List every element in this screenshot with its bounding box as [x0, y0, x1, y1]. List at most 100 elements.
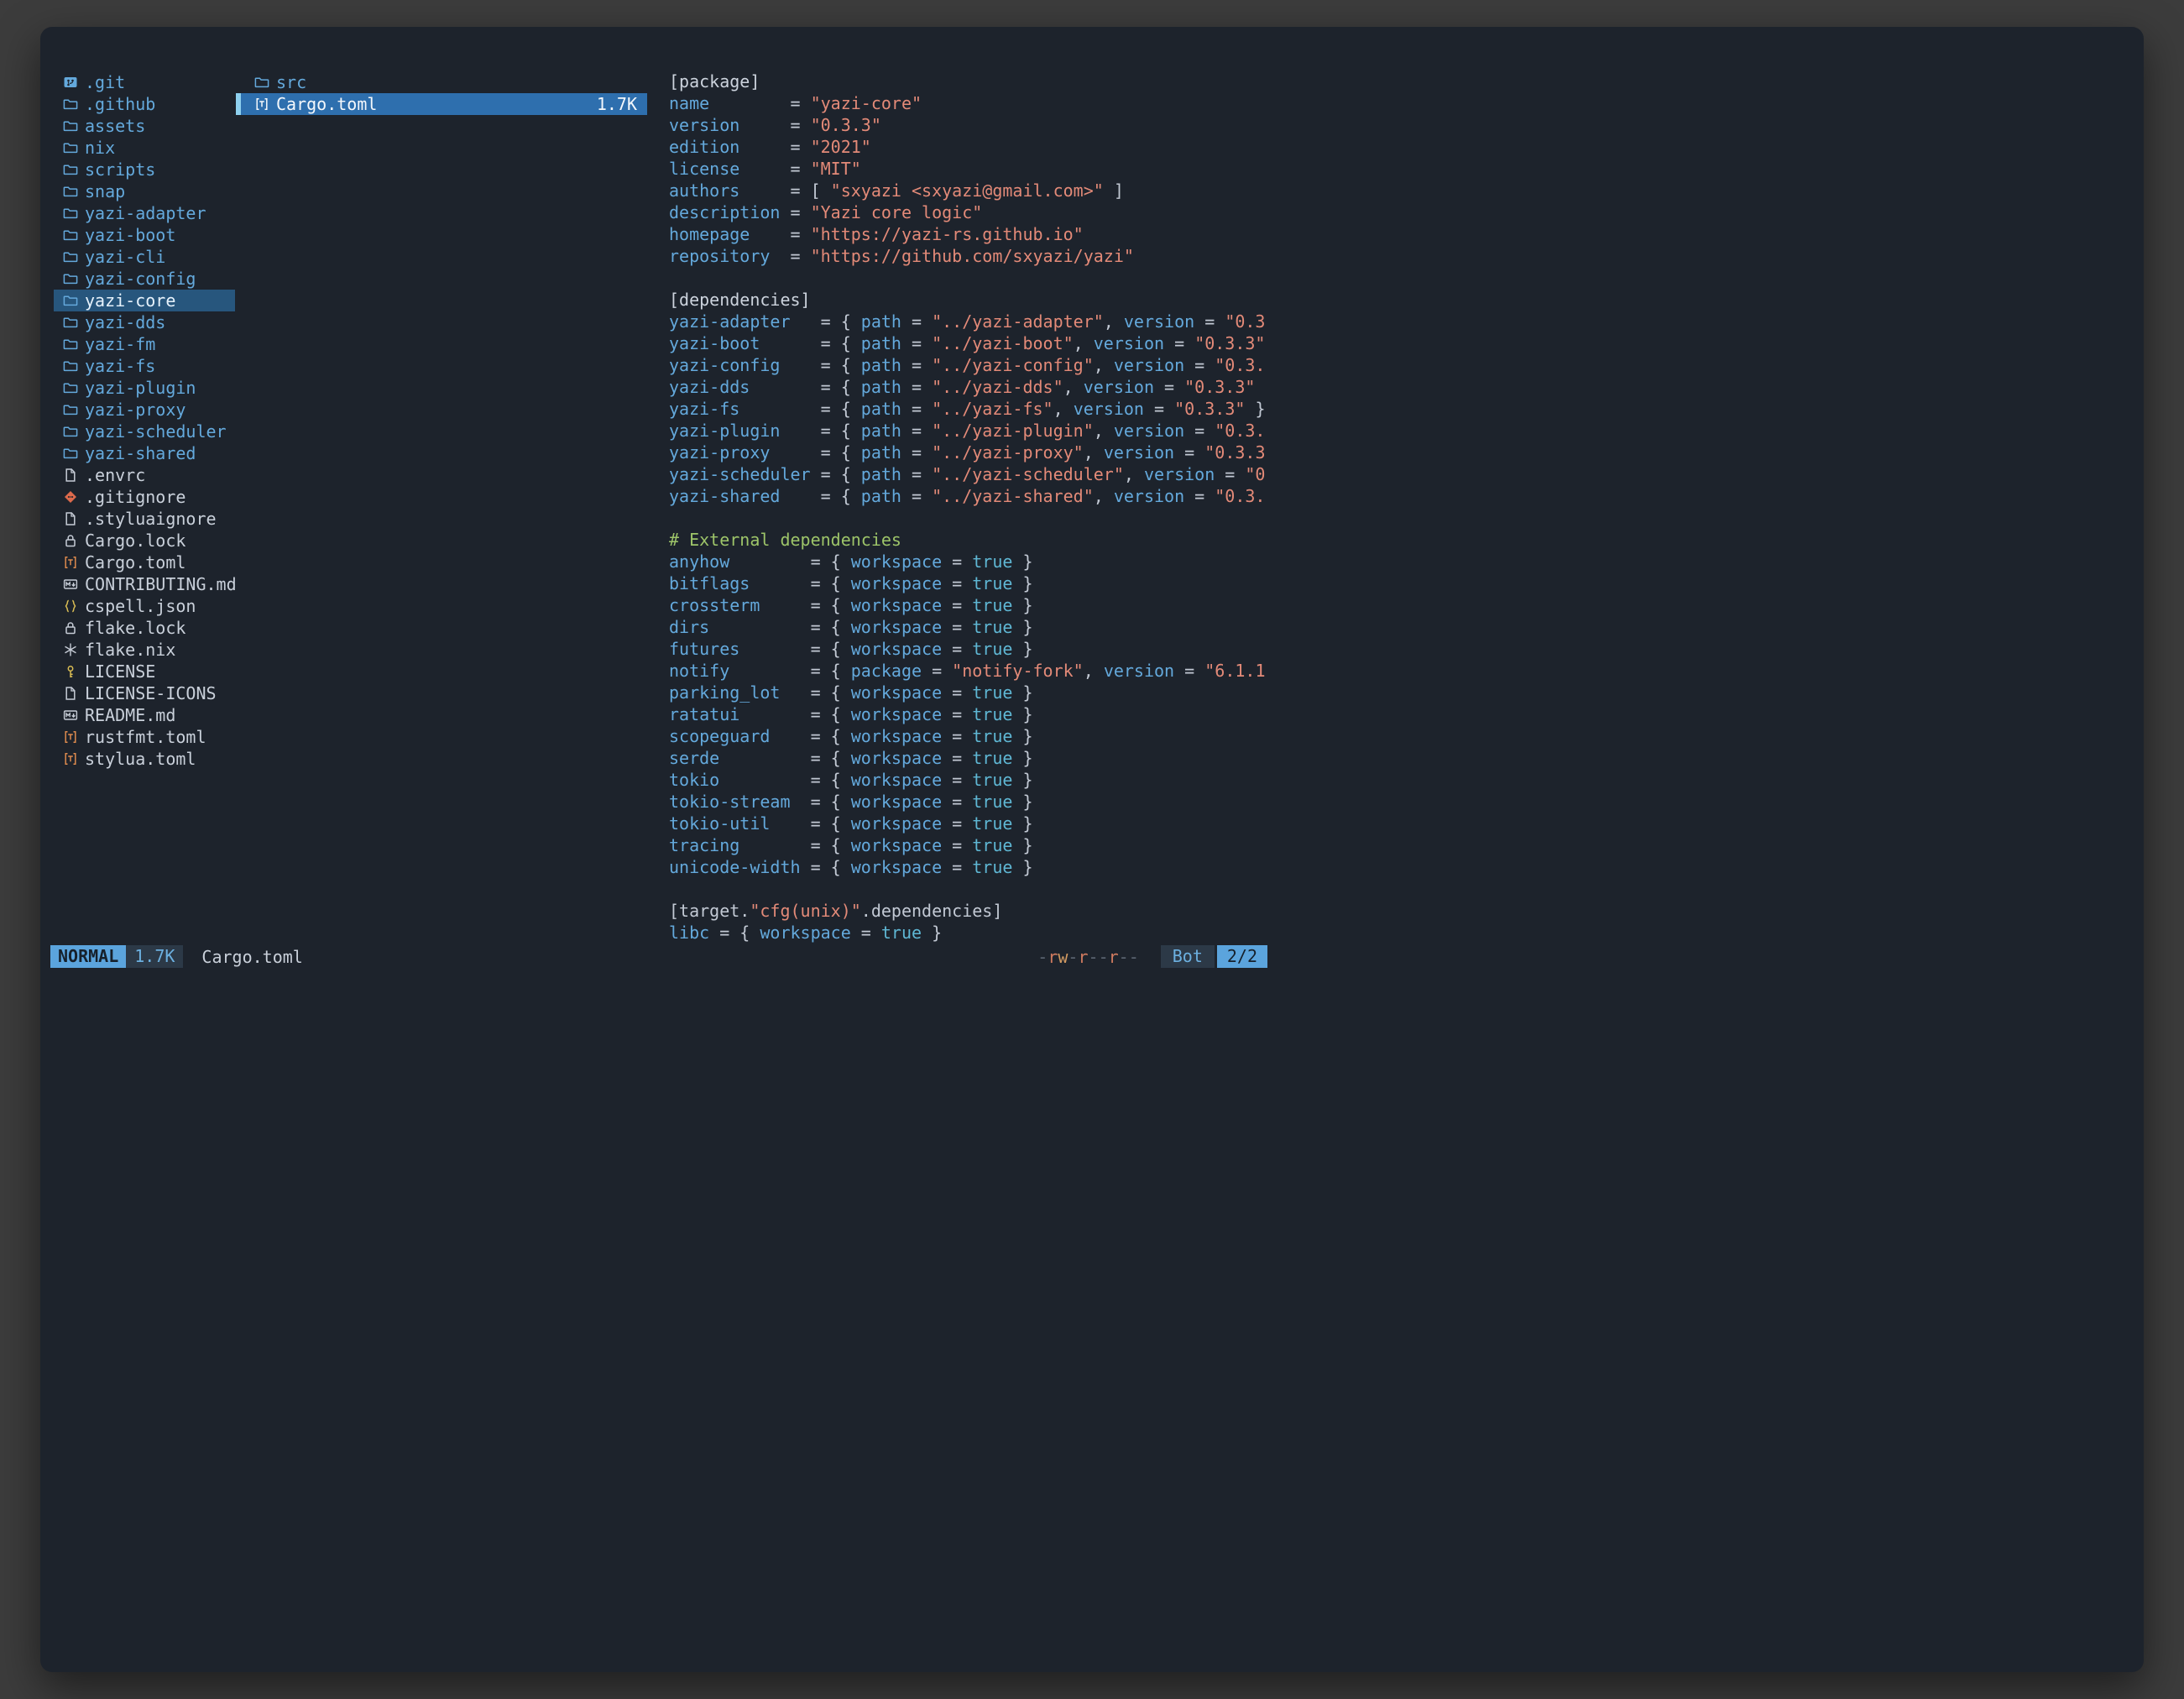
parent-item-yazi-cli[interactable]: yazi-cli — [54, 246, 235, 268]
parent-item-yazi-fm[interactable]: yazi-fm — [54, 333, 235, 355]
preview-line: yazi-adapter = { path = "../yazi-adapter… — [669, 311, 1270, 333]
parent-item-cargo-lock[interactable]: Cargo.lock — [54, 530, 235, 552]
file-name: LICENSE — [85, 661, 155, 682]
mode-badge: NORMAL — [50, 945, 126, 968]
file-name: nix — [85, 138, 115, 158]
preview-line — [669, 508, 1270, 530]
toml-icon — [254, 97, 269, 112]
folder-icon — [63, 162, 78, 177]
parent-item-yazi-boot[interactable]: yazi-boot — [54, 224, 235, 246]
parent-item-scripts[interactable]: scripts — [54, 159, 235, 180]
lock-icon — [63, 533, 78, 548]
status-bar: NORMAL 1.7K Cargo.toml -rw-r--r-- Bot 2/… — [50, 945, 1267, 968]
git-folder-icon — [63, 75, 78, 90]
file-name: flake.nix — [85, 640, 175, 660]
status-filename: Cargo.toml — [201, 947, 302, 967]
parent-item-yazi-dds[interactable]: yazi-dds — [54, 311, 235, 333]
current-item-cargo-toml[interactable]: Cargo.toml 1.7K — [236, 93, 647, 115]
parent-item-contributing-md[interactable]: CONTRIBUTING.md — [54, 573, 235, 595]
markdown-icon — [63, 708, 78, 723]
parent-item-git[interactable]: .git — [54, 71, 235, 93]
parent-item-yazi-scheduler[interactable]: yazi-scheduler — [54, 421, 235, 442]
file-name: CONTRIBUTING.md — [85, 574, 237, 594]
preview-line: yazi-boot = { path = "../yazi-boot", ver… — [669, 333, 1270, 355]
parent-item-styluaignore[interactable]: .styluaignore — [54, 508, 235, 530]
parent-item-cargo-toml[interactable]: Cargo.toml — [54, 552, 235, 573]
parent-item-flake-lock[interactable]: flake.lock — [54, 617, 235, 639]
parent-item-nix[interactable]: nix — [54, 137, 235, 159]
preview-line: [dependencies] — [669, 290, 1270, 311]
file-name: .styluaignore — [85, 509, 217, 529]
yazi-terminal-window: .git.githubassetsnixscriptssnapyazi-adap… — [40, 27, 2144, 1672]
preview-line: serde = { workspace = true } — [669, 748, 1270, 770]
preview-line: yazi-config = { path = "../yazi-config",… — [669, 355, 1270, 377]
preview-line: yazi-dds = { path = "../yazi-dds", versi… — [669, 377, 1270, 399]
preview-line — [669, 879, 1270, 901]
file-name: yazi-core — [85, 290, 175, 311]
parent-item-yazi-fs[interactable]: yazi-fs — [54, 355, 235, 377]
parent-item-yazi-core[interactable]: yazi-core — [54, 290, 235, 311]
preview-line: [package] — [669, 71, 1270, 93]
parent-item-readme-md[interactable]: README.md — [54, 704, 235, 726]
preview-line: tokio = { workspace = true } — [669, 770, 1270, 792]
preview-line: version = "0.3.3" — [669, 115, 1270, 137]
preview-line: futures = { workspace = true } — [669, 639, 1270, 661]
folder-icon — [63, 337, 78, 352]
parent-item-yazi-config[interactable]: yazi-config — [54, 268, 235, 290]
folder-icon — [63, 424, 78, 439]
parent-item-yazi-proxy[interactable]: yazi-proxy — [54, 399, 235, 421]
parent-item-license[interactable]: LICENSE — [54, 661, 235, 682]
folder-icon — [63, 206, 78, 221]
file-name: yazi-proxy — [85, 400, 185, 420]
parent-item-stylua-toml[interactable]: stylua.toml — [54, 748, 235, 770]
preview-line: ratatui = { workspace = true } — [669, 704, 1270, 726]
file-name: yazi-fs — [85, 356, 155, 376]
file-name: cspell.json — [85, 596, 196, 616]
file-name: yazi-cli — [85, 247, 165, 267]
preview-line: dirs = { workspace = true } — [669, 617, 1270, 639]
parent-item-assets[interactable]: assets — [54, 115, 235, 137]
preview-line: edition = "2021" — [669, 137, 1270, 159]
file-icon — [63, 686, 78, 701]
parent-item-flake-nix[interactable]: flake.nix — [54, 639, 235, 661]
folder-icon — [63, 315, 78, 330]
current-item-src[interactable]: src — [236, 71, 647, 93]
parent-item-envrc[interactable]: .envrc — [54, 464, 235, 486]
parent-item-gitignore[interactable]: .gitignore — [54, 486, 235, 508]
file-name: yazi-dds — [85, 312, 165, 332]
file-name: stylua.toml — [85, 749, 196, 769]
preview-line: parking_lot = { workspace = true } — [669, 682, 1270, 704]
preview-line: name = "yazi-core" — [669, 93, 1270, 115]
preview-line: scopeguard = { workspace = true } — [669, 726, 1270, 748]
preview-line: tokio-util = { workspace = true } — [669, 813, 1270, 835]
parent-item-rustfmt-toml[interactable]: rustfmt.toml — [54, 726, 235, 748]
cursor-counter-badge: 2/2 — [1217, 945, 1267, 968]
file-name: yazi-config — [85, 269, 196, 289]
parent-item-license-icons[interactable]: LICENSE-ICONS — [54, 682, 235, 704]
preview-line: yazi-proxy = { path = "../yazi-proxy", v… — [669, 442, 1270, 464]
parent-item-cspell-json[interactable]: cspell.json — [54, 595, 235, 617]
preview-line: bitflags = { workspace = true } — [669, 573, 1270, 595]
file-name: Cargo.toml — [276, 94, 377, 114]
folder-icon — [63, 380, 78, 395]
preview-line: authors = [ "sxyazi <sxyazi@gmail.com>" … — [669, 180, 1270, 202]
hover-marker — [236, 93, 241, 115]
file-name: yazi-shared — [85, 443, 196, 463]
parent-item-yazi-adapter[interactable]: yazi-adapter — [54, 202, 235, 224]
file-size: 1.7K — [597, 94, 647, 114]
parent-item-snap[interactable]: snap — [54, 180, 235, 202]
lock-icon — [63, 620, 78, 635]
preview-line: # External dependencies — [669, 530, 1270, 552]
parent-item-yazi-plugin[interactable]: yazi-plugin — [54, 377, 235, 399]
markdown-icon — [63, 577, 78, 592]
toml-icon — [63, 729, 78, 745]
parent-item-github[interactable]: .github — [54, 93, 235, 115]
preview-line: libc = { workspace = true } — [669, 923, 1270, 944]
parent-item-yazi-shared[interactable]: yazi-shared — [54, 442, 235, 464]
preview-line: anyhow = { workspace = true } — [669, 552, 1270, 573]
file-name: snap — [85, 181, 125, 201]
file-name: .git — [85, 72, 125, 92]
preview-line: repository = "https://github.com/sxyazi/… — [669, 246, 1270, 268]
permissions: -rw-r--r-- — [1037, 947, 1138, 967]
toml-icon — [63, 555, 78, 570]
